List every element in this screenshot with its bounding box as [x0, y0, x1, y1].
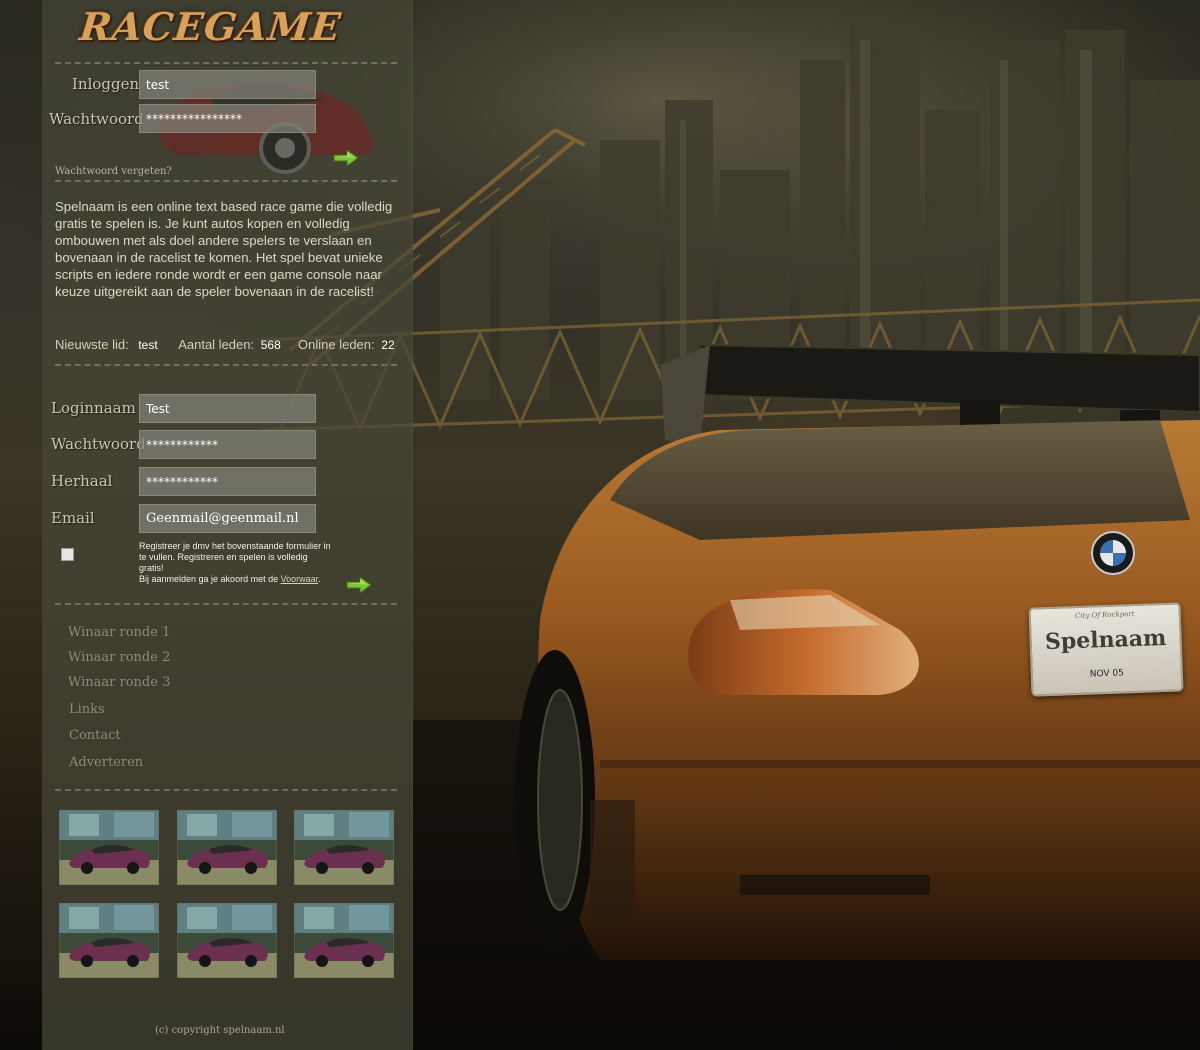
- nav-item-contact[interactable]: Contact: [68, 725, 170, 752]
- register-note: Registreer je dmv het bovenstaande formu…: [139, 541, 334, 585]
- member-stats: Nieuwste lid: test Aantal leden: 568 Onl…: [55, 337, 395, 352]
- car-screenshot-thumbnail-icon: [59, 810, 159, 885]
- member-count-value: 568: [260, 338, 281, 352]
- register-note-text: Registreer je dmv het bovenstaande formu…: [139, 541, 331, 573]
- register-login-label: Loginnaam: [51, 399, 136, 417]
- register-email-label: Email: [51, 509, 95, 527]
- gallery-thumbnail[interactable]: [59, 810, 159, 885]
- car-screenshot-thumbnail-icon: [294, 903, 394, 978]
- gallery-thumbnail[interactable]: [294, 810, 394, 885]
- page-root: City Of Rockport Spelnaam NOV 05 RACEGAM…: [0, 0, 1200, 1050]
- divider: [55, 364, 397, 366]
- car-screenshot-thumbnail-icon: [177, 903, 277, 978]
- car-screenshot-thumbnail-icon: [177, 810, 277, 885]
- plate-name-text: Spelnaam: [1044, 624, 1167, 656]
- online-count-label: Online leden:: [298, 337, 375, 352]
- register-password-input[interactable]: [139, 430, 316, 459]
- car-screenshot-thumbnail-icon: [59, 903, 159, 978]
- plate-tag-text: NOV 05: [1089, 668, 1125, 680]
- terms-checkbox[interactable]: [61, 548, 74, 561]
- nav-item-links[interactable]: Links: [68, 699, 170, 726]
- gallery-thumbnail[interactable]: [59, 903, 159, 978]
- register-repeat-label: Herhaal: [51, 472, 113, 490]
- plate-region-text: City Of Rockport: [1074, 609, 1135, 621]
- register-login-input[interactable]: [139, 394, 316, 423]
- nav-item-winner-round-3[interactable]: Winaar ronde 3: [68, 672, 170, 699]
- site-logo: RACEGAME: [77, 4, 344, 49]
- register-note-end: .: [318, 574, 321, 584]
- forgot-password-link[interactable]: Wachtwoord vergeten?: [55, 166, 172, 177]
- terms-link[interactable]: Voorwaar: [281, 574, 319, 584]
- login-submit-button[interactable]: [333, 149, 359, 167]
- gallery-thumbnail[interactable]: [177, 810, 277, 885]
- register-repeat-input[interactable]: [139, 467, 316, 496]
- copyright-text: (c) copyright spelnaam.nl: [155, 1025, 285, 1036]
- register-email-input[interactable]: [139, 504, 316, 533]
- register-password-label: Wachtwoord: [51, 435, 146, 453]
- nav-item-adverteren[interactable]: Adverteren: [68, 752, 170, 777]
- car-screenshot-thumbnail-icon: [294, 810, 394, 885]
- gallery-thumbnail[interactable]: [177, 903, 277, 978]
- member-count-label: Aantal leden:: [178, 337, 255, 352]
- login-password-input[interactable]: [139, 104, 316, 133]
- newest-member-value: test: [138, 338, 158, 352]
- divider: [55, 62, 397, 64]
- bmw-badge-icon: [1091, 531, 1135, 575]
- online-count-value: 22: [381, 338, 395, 352]
- nav-item-winner-round-1[interactable]: Winaar ronde 1: [68, 622, 170, 647]
- login-username-input[interactable]: [139, 70, 316, 99]
- intro-text: Spelnaam is een online text based race g…: [55, 199, 393, 299]
- nav-item-winner-round-2[interactable]: Winaar ronde 2: [68, 647, 170, 672]
- main-nav: Winaar ronde 1 Winaar ronde 2 Winaar ron…: [68, 622, 170, 777]
- gallery-thumbnail[interactable]: [294, 903, 394, 978]
- register-submit-button[interactable]: [346, 576, 372, 594]
- divider: [55, 180, 397, 182]
- login-password-label: Wachtwoord: [49, 110, 144, 128]
- login-username-label: Inloggen: [72, 75, 140, 93]
- register-terms-text: Bij aanmelden ga je akoord met de: [139, 574, 281, 584]
- divider: [55, 789, 397, 791]
- newest-member-label: Nieuwste lid:: [55, 337, 129, 352]
- license-plate: City Of Rockport Spelnaam NOV 05: [1028, 602, 1184, 697]
- divider: [55, 603, 397, 605]
